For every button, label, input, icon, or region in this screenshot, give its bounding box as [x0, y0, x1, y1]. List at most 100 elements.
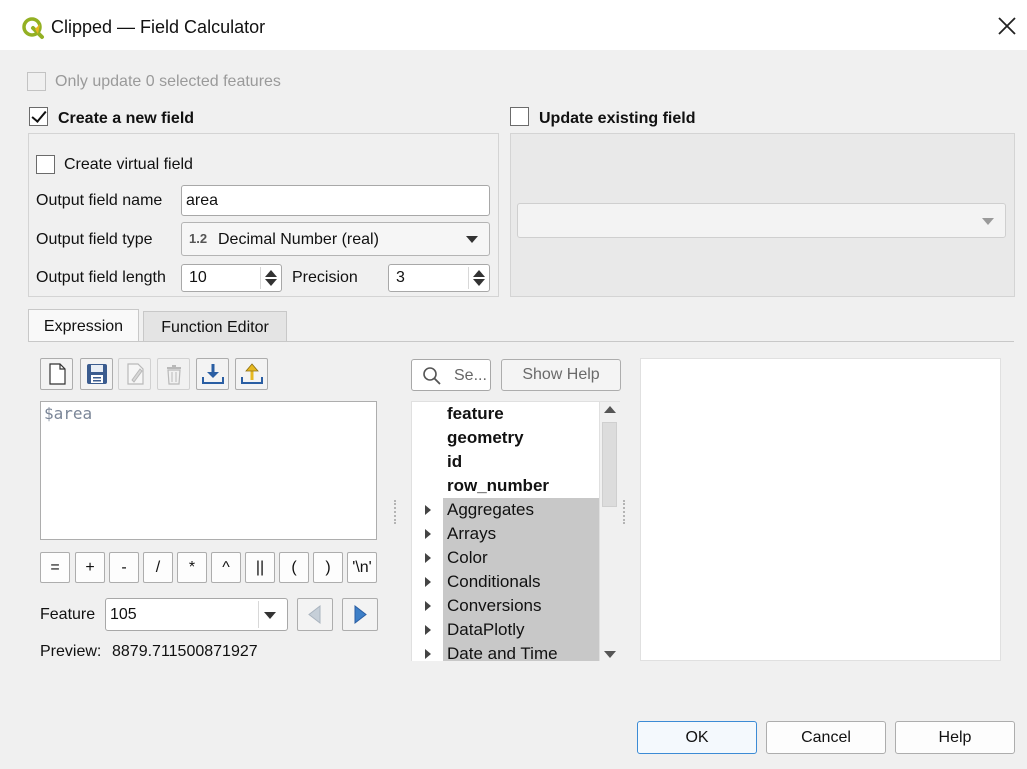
chevron-down-icon — [264, 612, 276, 619]
chevron-down-icon — [466, 236, 478, 243]
output-name-label: Output field name — [36, 192, 163, 209]
feature-select[interactable]: 105 — [105, 598, 288, 631]
scroll-thumb[interactable] — [602, 422, 617, 507]
window-title: Clipped — Field Calculator — [51, 17, 266, 37]
virtual-field-checkbox[interactable] — [36, 155, 55, 174]
spin-up-icon[interactable] — [473, 270, 485, 277]
save-icon — [86, 364, 107, 384]
list-item[interactable]: feature — [447, 402, 504, 426]
spin-up-icon[interactable] — [265, 270, 277, 277]
edit-expression-button[interactable] — [118, 358, 151, 390]
edit-icon — [126, 363, 144, 385]
import-icon — [201, 364, 224, 384]
list-item[interactable]: geometry — [447, 426, 524, 450]
output-name-value: area — [186, 191, 219, 209]
output-length-label: Output field length — [36, 269, 166, 286]
expand-arrow-icon[interactable] — [425, 649, 431, 659]
help-pane — [640, 358, 1001, 661]
preview-value: 8879.711500871927 — [112, 643, 258, 660]
tab-expression[interactable]: Expression — [28, 309, 139, 342]
operator-power-button[interactable]: ^ — [211, 552, 241, 583]
function-list-scrollbar[interactable] — [599, 402, 620, 661]
list-item[interactable]: Date and Time — [447, 642, 558, 661]
expand-arrow-icon[interactable] — [425, 601, 431, 611]
splitter-handle[interactable] — [394, 500, 398, 524]
search-placeholder: Se... — [454, 367, 487, 384]
expression-text: $area — [44, 404, 93, 423]
expand-arrow-icon[interactable] — [425, 577, 431, 587]
output-type-value: Decimal Number (real) — [218, 231, 379, 248]
create-field-checkbox[interactable] — [29, 107, 48, 126]
spin-down-icon[interactable] — [265, 279, 277, 286]
delete-icon — [166, 365, 181, 385]
operator-newline-button[interactable]: '\n' — [347, 552, 377, 583]
search-icon — [423, 367, 441, 385]
list-item[interactable]: DataPlotly — [447, 618, 524, 642]
scroll-up-icon[interactable] — [604, 406, 616, 413]
operator-open-paren-button[interactable]: ( — [279, 552, 309, 583]
export-icon — [240, 363, 263, 384]
list-item[interactable]: Aggregates — [447, 498, 534, 522]
feature-value: 105 — [110, 605, 137, 623]
output-name-input[interactable]: area — [181, 185, 490, 216]
feature-label: Feature — [40, 606, 96, 623]
cancel-button[interactable]: Cancel — [766, 721, 886, 754]
precision-label: Precision — [292, 269, 358, 286]
operator-multiply-button[interactable]: * — [177, 552, 207, 583]
expand-arrow-icon[interactable] — [425, 505, 431, 515]
list-item[interactable]: Arrays — [447, 522, 496, 546]
list-item[interactable]: Conditionals — [447, 570, 541, 594]
list-item[interactable]: Color — [447, 546, 488, 570]
chevron-down-icon — [982, 218, 994, 225]
decimal-type-icon: 1.2 — [189, 231, 208, 246]
help-button[interactable]: Help — [895, 721, 1015, 754]
export-expression-button[interactable] — [235, 358, 268, 390]
qgis-logo-icon — [22, 17, 44, 39]
precision-spinbox[interactable]: 3 — [388, 264, 490, 292]
save-expression-button[interactable] — [80, 358, 113, 390]
create-field-label: Create a new field — [58, 110, 195, 127]
tab-function-editor[interactable]: Function Editor — [143, 311, 287, 341]
update-field-checkbox[interactable] — [510, 107, 529, 126]
output-type-select[interactable]: 1.2 Decimal Number (real) — [181, 222, 490, 256]
next-feature-button[interactable] — [342, 598, 378, 631]
function-search-input[interactable]: Se... — [411, 359, 491, 391]
scroll-down-icon[interactable] — [604, 651, 616, 658]
new-file-icon — [48, 363, 66, 385]
close-icon[interactable] — [995, 14, 1019, 38]
output-length-value: 10 — [189, 269, 207, 286]
list-item[interactable]: id — [447, 450, 462, 474]
spin-down-icon[interactable] — [473, 279, 485, 286]
function-list[interactable]: feature geometry id row_number Aggregate… — [411, 401, 620, 661]
ok-button[interactable]: OK — [637, 721, 757, 754]
list-item[interactable]: Conversions — [447, 594, 542, 618]
operator-plus-button[interactable]: + — [75, 552, 105, 583]
list-item[interactable]: row_number — [447, 474, 549, 498]
show-help-button[interactable]: Show Help — [501, 359, 621, 391]
new-expression-button[interactable] — [40, 358, 73, 390]
operator-minus-button[interactable]: - — [109, 552, 139, 583]
virtual-field-label: Create virtual field — [64, 156, 193, 173]
arrow-right-icon — [354, 604, 367, 625]
operator-divide-button[interactable]: / — [143, 552, 173, 583]
expand-arrow-icon[interactable] — [425, 553, 431, 563]
preview-label: Preview: — [40, 643, 102, 660]
import-expression-button[interactable] — [196, 358, 229, 390]
operator-concat-button[interactable]: || — [245, 552, 275, 583]
delete-expression-button[interactable] — [157, 358, 190, 390]
only-update-checkbox[interactable] — [27, 72, 46, 91]
expression-editor[interactable]: $area — [40, 401, 377, 540]
only-update-label: Only update 0 selected features — [55, 73, 281, 90]
previous-feature-button[interactable] — [297, 598, 333, 631]
arrow-left-icon — [308, 604, 321, 625]
update-field-label: Update existing field — [539, 110, 696, 127]
expand-arrow-icon[interactable] — [425, 529, 431, 539]
output-type-label: Output field type — [36, 231, 153, 248]
output-length-spinbox[interactable]: 10 — [181, 264, 282, 292]
operator-equals-button[interactable]: = — [40, 552, 70, 583]
precision-value: 3 — [396, 269, 405, 286]
operator-close-paren-button[interactable]: ) — [313, 552, 343, 583]
existing-field-select[interactable] — [517, 203, 1006, 238]
splitter-handle[interactable] — [623, 500, 627, 524]
expand-arrow-icon[interactable] — [425, 625, 431, 635]
